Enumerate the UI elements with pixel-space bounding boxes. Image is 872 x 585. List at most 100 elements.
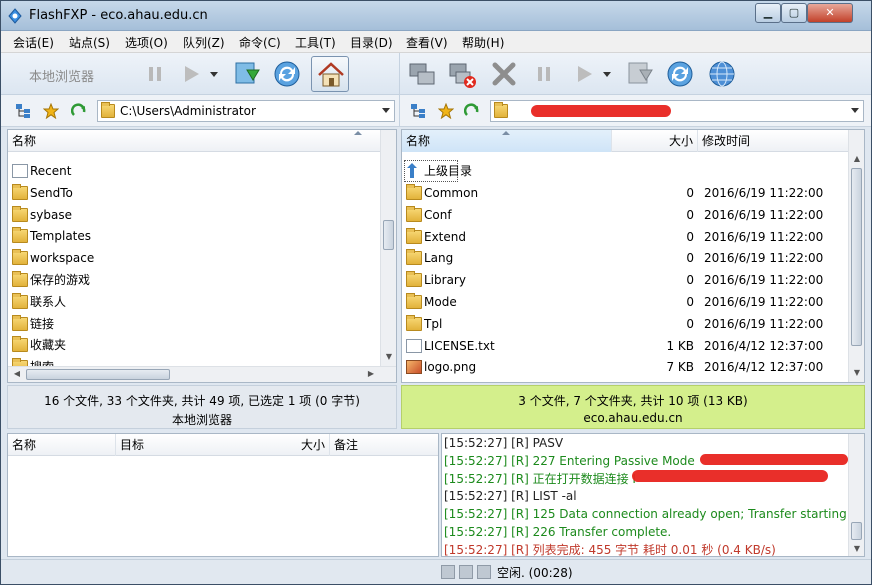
scroll-left-icon[interactable]: ◀ xyxy=(10,367,24,381)
favorites-remote-star-icon[interactable] xyxy=(438,103,454,119)
remote-col-size[interactable]: 大小 xyxy=(612,130,698,152)
remote-path-dropdown-icon[interactable] xyxy=(851,108,859,113)
local-status-summary: 16 个文件, 33 个文件夹, 共计 49 项, 已选定 1 项 (0 字节) xyxy=(44,394,360,408)
menu-options[interactable]: 选项(O) xyxy=(125,34,168,51)
remote-vertical-scrollbar[interactable]: ▲ ▼ xyxy=(848,130,864,382)
local-list-item[interactable]: Recent xyxy=(8,160,378,182)
favorites-star-icon[interactable] xyxy=(43,103,59,119)
refresh-icon[interactable] xyxy=(271,58,303,90)
folder-icon xyxy=(406,271,422,288)
local-col-name[interactable]: 名称 xyxy=(8,130,382,152)
up-directory-remote-icon[interactable] xyxy=(464,103,480,119)
local-list-item[interactable]: 链接 xyxy=(8,313,378,335)
transfer-remote-icon[interactable] xyxy=(624,58,656,90)
remote-col-date[interactable]: 修改时间 xyxy=(698,130,850,152)
local-path-field[interactable]: C:\Users\Administrator xyxy=(97,100,395,122)
local-list-item[interactable]: 保存的游戏 xyxy=(8,269,378,291)
local-vscroll-thumb[interactable] xyxy=(383,220,394,250)
up-directory-icon[interactable] xyxy=(71,103,87,119)
tree-view-icon[interactable] xyxy=(15,103,31,119)
local-file-list[interactable]: 名称 Recent SendTo sybase Templates workspace 保… xyxy=(7,129,397,383)
remote-scroll-down-icon[interactable]: ▼ xyxy=(850,366,864,380)
remote-item-date: 2016/6/19 11:22:00 xyxy=(704,186,824,200)
menu-view[interactable]: 查看(V) xyxy=(406,34,448,51)
close-button[interactable]: ✕ xyxy=(807,3,853,23)
local-item-name: Recent xyxy=(30,164,72,178)
local-list-item[interactable]: Templates xyxy=(8,225,378,247)
globe-icon[interactable] xyxy=(706,58,738,90)
local-item-name: workspace xyxy=(30,251,95,266)
remote-list-item[interactable]: logo.png 7 KB 2016/4/12 12:37:00 xyxy=(402,356,848,378)
scroll-right-icon[interactable]: ▶ xyxy=(364,367,378,381)
menu-directory[interactable]: 目录(D) xyxy=(350,34,393,51)
remote-list-item[interactable]: LICENSE.txt 1 KB 2016/4/12 12:37:00 xyxy=(402,335,848,357)
remote-list-item[interactable]: Common 0 2016/6/19 11:22:00 xyxy=(402,182,848,204)
remote-list-item[interactable]: Lang 0 2016/6/19 11:22:00 xyxy=(402,247,848,269)
remote-list-item[interactable]: Mode 0 2016/6/19 11:22:00 xyxy=(402,291,848,313)
pause-icon[interactable] xyxy=(139,58,171,90)
remote-list-item[interactable]: Conf 0 2016/6/19 11:22:00 xyxy=(402,204,848,226)
local-hscroll-thumb[interactable] xyxy=(26,369,170,380)
home-button[interactable] xyxy=(311,56,349,92)
play-remote-icon[interactable] xyxy=(568,58,600,90)
menu-commands[interactable]: 命令(C) xyxy=(239,34,281,51)
menu-queue[interactable]: 队列(Z) xyxy=(183,34,225,51)
redaction-mark xyxy=(632,470,828,482)
remote-item-name: LICENSE.txt xyxy=(424,338,495,353)
local-list-item[interactable]: 收藏夹 xyxy=(8,334,378,356)
local-list-item[interactable]: workspace xyxy=(8,247,378,269)
queue-col-note[interactable]: 备注 xyxy=(330,434,440,456)
menu-help[interactable]: 帮助(H) xyxy=(462,34,504,51)
remote-item-name: Extend xyxy=(424,229,466,244)
play-dropdown-icon[interactable] xyxy=(205,58,223,90)
local-list-item[interactable]: 联系人 xyxy=(8,291,378,313)
maximize-button[interactable]: ▢ xyxy=(781,3,807,23)
play-icon[interactable] xyxy=(175,58,207,90)
menu-session[interactable]: 会话(E) xyxy=(13,34,54,51)
tree-view-remote-icon[interactable] xyxy=(410,103,426,119)
connection-icon xyxy=(477,565,491,579)
local-list-item[interactable]: sybase xyxy=(8,204,378,226)
remote-path-field[interactable] xyxy=(490,100,864,122)
abort-icon[interactable] xyxy=(488,58,520,90)
bottom-status-bar: 空闲. (00:28) xyxy=(1,559,871,584)
log-vscroll-thumb[interactable] xyxy=(851,522,862,540)
menu-tools[interactable]: 工具(T) xyxy=(295,34,336,51)
play-remote-dropdown-icon[interactable] xyxy=(598,58,616,90)
remote-vscroll-thumb[interactable] xyxy=(851,168,862,346)
screen-icon xyxy=(459,565,473,579)
remote-list-item[interactable]: Library 0 2016/6/19 11:22:00 xyxy=(402,269,848,291)
queue-header: 名称 目标 大小 备注 xyxy=(8,434,438,456)
folder-icon xyxy=(406,249,422,266)
local-list-item[interactable]: SendTo xyxy=(8,182,378,204)
connect-icon[interactable] xyxy=(406,58,438,90)
minimize-button[interactable]: ▁ xyxy=(755,3,781,23)
transfer-icon[interactable] xyxy=(231,58,263,90)
menu-sites[interactable]: 站点(S) xyxy=(69,34,110,51)
queue-col-size[interactable]: 大小 xyxy=(258,434,330,456)
remote-item-name: Library xyxy=(424,273,466,288)
folder-icon xyxy=(12,314,28,331)
session-log[interactable]: [15:52:27] [R] PASV [15:52:27] [R] 227 En… xyxy=(441,433,865,557)
local-horizontal-scrollbar[interactable]: ◀ ▶ xyxy=(8,366,396,382)
remote-file-list[interactable]: 名称 大小 修改时间 上级目录 Common 0 2016/6/19 11:22:0… xyxy=(401,129,865,383)
title-bar[interactable]: FlashFXP - eco.ahau.edu.cn ▁ ▢ ✕ xyxy=(1,1,871,31)
folder-icon xyxy=(406,184,422,200)
remote-list-item[interactable]: Extend 0 2016/6/19 11:22:00 xyxy=(402,226,848,248)
path-dropdown-icon[interactable] xyxy=(382,108,390,113)
queue-col-name[interactable]: 名称 xyxy=(8,434,116,456)
local-vertical-scrollbar[interactable]: ▼ xyxy=(380,130,396,368)
scroll-down-icon[interactable]: ▼ xyxy=(382,350,396,364)
log-vertical-scrollbar[interactable]: ▼ xyxy=(848,434,864,556)
pause-remote-icon[interactable] xyxy=(528,58,560,90)
refresh-remote-icon[interactable] xyxy=(664,58,696,90)
log-line: [15:52:27] [R] 列表完成: 455 字节 耗时 0.01 秒 (0… xyxy=(444,542,776,557)
remote-list-item[interactable]: Tpl 0 2016/6/19 11:22:00 xyxy=(402,313,848,335)
local-item-name: 联系人 xyxy=(30,294,67,309)
transfer-queue[interactable]: 名称 目标 大小 备注 xyxy=(7,433,439,557)
disconnect-icon[interactable] xyxy=(446,58,478,90)
log-scroll-down-icon[interactable]: ▼ xyxy=(850,542,864,556)
remote-scroll-up-icon[interactable]: ▲ xyxy=(850,152,864,166)
queue-col-target-label: 目标 xyxy=(120,438,145,452)
local-column-header: 名称 xyxy=(8,130,396,152)
